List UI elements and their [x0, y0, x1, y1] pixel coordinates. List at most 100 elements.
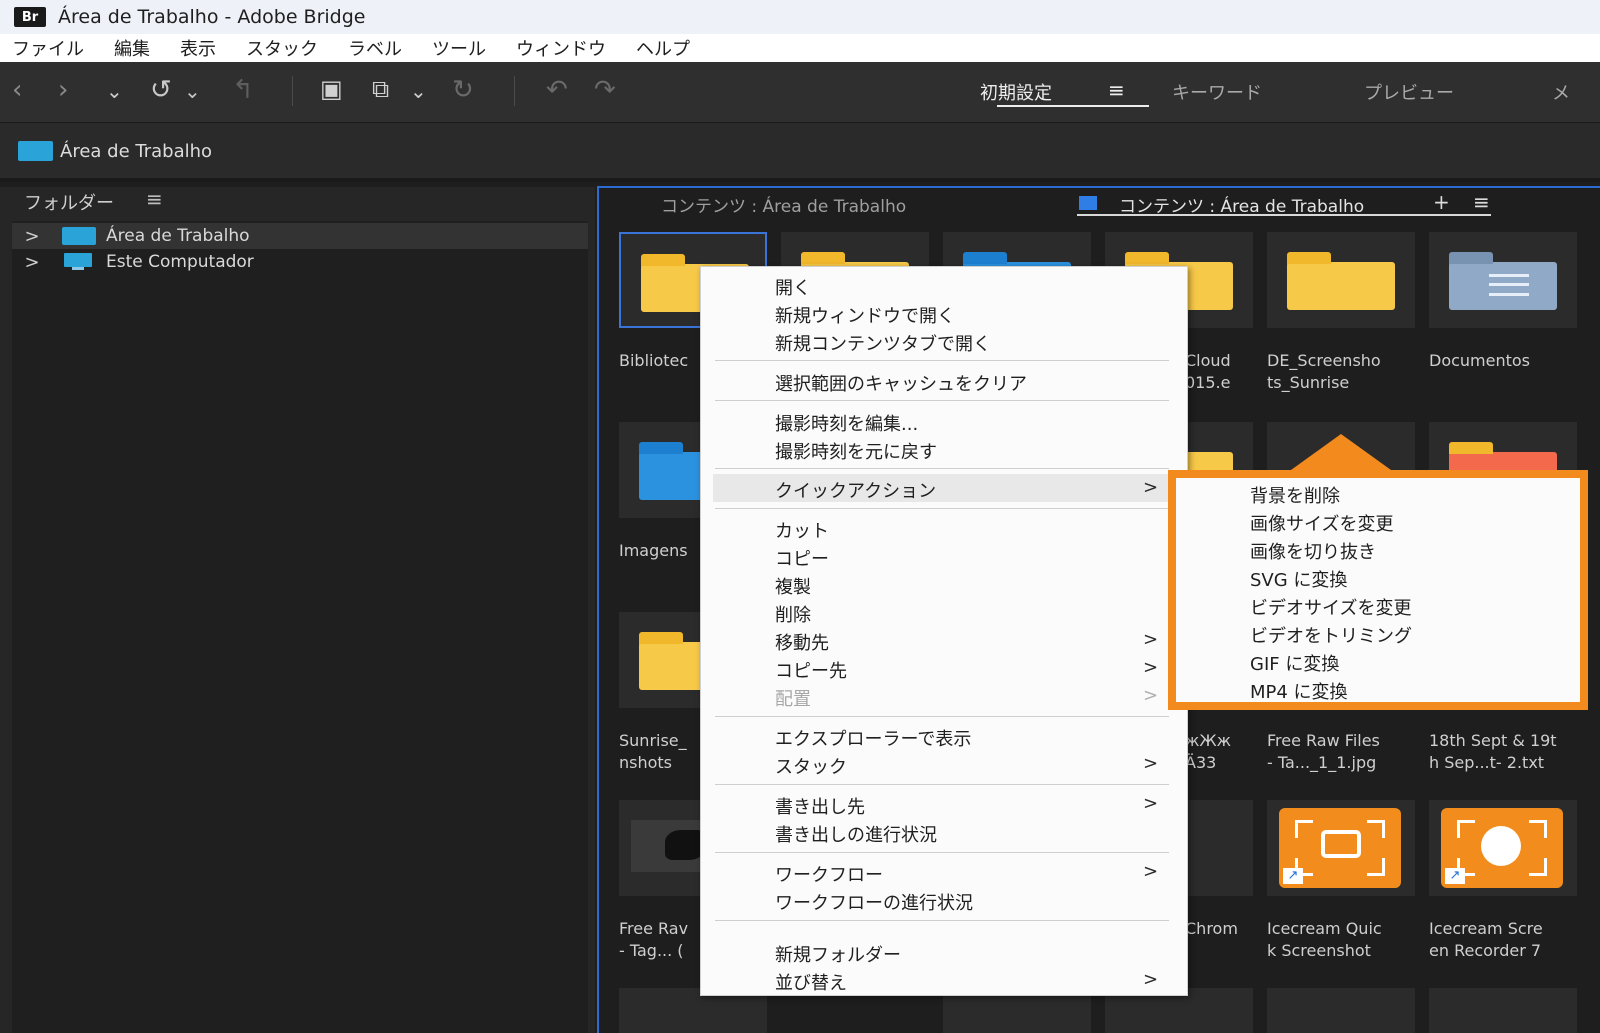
- tab-menu-icon[interactable]: ≡: [1473, 190, 1490, 214]
- submenu-arrow-icon: >: [1143, 969, 1159, 990]
- menu-item-export-to[interactable]: 書き出し先 >: [701, 790, 1189, 818]
- menu-item-duplicate[interactable]: 複製: [701, 570, 1189, 598]
- menu-item-purge-cache[interactable]: 選択範囲のキャッシュをクリア: [701, 367, 1189, 395]
- menu-separator: [715, 400, 1169, 401]
- menu-separator: [715, 784, 1169, 785]
- workspace-preview[interactable]: プレビュー: [1364, 79, 1454, 105]
- camera-import-icon[interactable]: ▣: [320, 75, 343, 103]
- copy-files-icon[interactable]: ⧉: [372, 75, 389, 103]
- submenu-item-convert-gif[interactable]: GIF に変換: [1250, 650, 1339, 676]
- sync-icon[interactable]: ↻: [452, 75, 474, 105]
- menu-item-cut[interactable]: カット: [701, 514, 1189, 542]
- history-dropdown-icon[interactable]: ⌄: [184, 79, 201, 103]
- documents-folder-icon: [1449, 252, 1557, 310]
- title-bar: Br Área de Trabalho - Adobe Bridge: [0, 0, 1600, 34]
- folder-icon: [62, 227, 96, 245]
- menu-item-copy[interactable]: コピー: [701, 542, 1189, 570]
- folders-panel-title[interactable]: フォルダー: [24, 189, 114, 215]
- submenu-arrow-icon: >: [1143, 477, 1159, 498]
- submenu-item-resize-image[interactable]: 画像サイズを変更: [1250, 510, 1393, 536]
- toolbar-divider: [292, 76, 293, 106]
- menu-item-delete[interactable]: 削除: [701, 598, 1189, 626]
- toolbar-divider: [514, 76, 515, 106]
- submenu-item-crop-image[interactable]: 画像を切り抜き: [1250, 538, 1376, 564]
- icecream-recorder-icon: ↗: [1441, 808, 1563, 888]
- thumbnail-item[interactable]: [1267, 988, 1415, 1033]
- thumbnail-item[interactable]: ↗: [1267, 800, 1415, 896]
- thumbnail-caption: Free Raw Files - Ta..._1_1.jpg: [1267, 731, 1380, 772]
- recent-history-icon[interactable]: ↺: [150, 75, 172, 105]
- expand-icon[interactable]: >: [12, 226, 52, 247]
- menu-item-quick-actions[interactable]: クイックアクション >: [713, 474, 1183, 502]
- submenu-arrow-icon: >: [1143, 629, 1159, 650]
- menu-separator: [715, 716, 1169, 717]
- copy-dropdown-icon[interactable]: ⌄: [410, 79, 427, 103]
- path-breadcrumb[interactable]: Área de Trabalho: [60, 141, 212, 162]
- menu-item-open-new-window[interactable]: 新規ウィンドウで開く: [701, 299, 1189, 327]
- submenu-item-remove-background[interactable]: 背景を削除: [1250, 482, 1340, 508]
- menu-separator: [715, 852, 1169, 853]
- menu-item-export-progress[interactable]: 書き出しの進行状況: [701, 818, 1189, 846]
- thumbnail-item[interactable]: [1429, 988, 1577, 1033]
- menu-item-stack[interactable]: スタック >: [701, 750, 1189, 778]
- quick-actions-submenu: 背景を削除 画像サイズを変更 画像を切り抜き SVG に変換 ビデオサイズを変更…: [1168, 470, 1588, 710]
- back-icon[interactable]: ‹: [12, 75, 22, 105]
- submenu-arrow-icon: >: [1143, 753, 1159, 774]
- menu-item-place[interactable]: 配置 >: [701, 682, 1189, 710]
- panel-menu-icon[interactable]: ≡: [146, 187, 163, 211]
- workspace-menu-icon[interactable]: ≡: [1108, 78, 1125, 102]
- menu-item-workflow-progress[interactable]: ワークフローの進行状況: [701, 886, 1189, 914]
- menu-separator: [715, 360, 1169, 361]
- menu-window[interactable]: ウィンドウ: [516, 35, 606, 61]
- add-tab-icon[interactable]: +: [1433, 190, 1450, 214]
- menu-help[interactable]: ヘルプ: [636, 35, 690, 61]
- rotate-right-icon[interactable]: ↷: [594, 75, 616, 105]
- menu-item-move-to[interactable]: 移動先 >: [701, 626, 1189, 654]
- menu-file[interactable]: ファイル: [12, 35, 84, 61]
- shortcut-arrow-icon: ↗: [1445, 868, 1465, 884]
- menu-view[interactable]: 表示: [180, 35, 216, 61]
- menu-item-revert-capture-time[interactable]: 撮影時刻を元に戻す: [701, 435, 1189, 463]
- menu-item-workflow[interactable]: ワークフロー >: [701, 858, 1189, 886]
- tree-item-desktop[interactable]: > Área de Trabalho: [12, 223, 588, 249]
- menu-edit[interactable]: 編集: [114, 35, 150, 61]
- menu-item-new-folder[interactable]: 新規フォルダー: [701, 938, 1189, 966]
- submenu-item-convert-mp4[interactable]: MP4 に変換: [1250, 678, 1348, 704]
- thumbnail-item[interactable]: [1429, 232, 1577, 328]
- thumbnail-item[interactable]: [1267, 232, 1415, 328]
- menu-stack[interactable]: スタック: [246, 35, 318, 61]
- thumbnail-caption: Icecream Scre en Recorder 7: [1429, 919, 1543, 960]
- menu-item-edit-capture-time[interactable]: 撮影時刻を編集...: [701, 407, 1189, 435]
- active-tab-indicator: [1077, 214, 1491, 216]
- submenu-item-convert-svg[interactable]: SVG に変換: [1250, 566, 1347, 592]
- folder-tree: > Área de Trabalho > Este Computador: [12, 221, 588, 1033]
- menu-item-copy-to[interactable]: コピー先 >: [701, 654, 1189, 682]
- thumbnail-item[interactable]: ↗: [1429, 800, 1577, 896]
- tab-content-1[interactable]: コンテンツ : Área de Trabalho: [661, 192, 906, 217]
- forward-icon[interactable]: ›: [58, 75, 68, 105]
- menu-item-reveal-in-explorer[interactable]: エクスプローラーで表示: [701, 722, 1189, 750]
- workspace-essentials[interactable]: 初期設定: [980, 79, 1052, 105]
- submenu-item-resize-video[interactable]: ビデオサイズを変更: [1250, 594, 1411, 620]
- workspace-keywords[interactable]: キーワード: [1172, 79, 1262, 105]
- return-icon[interactable]: ↰: [232, 75, 254, 105]
- menu-label[interactable]: ラベル: [348, 35, 402, 61]
- expand-icon[interactable]: >: [12, 252, 52, 273]
- active-workspace-indicator: [997, 105, 1149, 107]
- menu-item-open-new-tab[interactable]: 新規コンテンツタブで開く: [701, 327, 1189, 355]
- folders-panel: フォルダー ≡ > Área de Trabalho > Este Comput…: [0, 187, 595, 1033]
- tab-color-icon: [1079, 196, 1097, 210]
- menu-item-open[interactable]: 開く: [701, 271, 1189, 299]
- folder-icon: [1287, 252, 1395, 310]
- image-thumbnail: [631, 820, 711, 872]
- submenu-item-trim-video[interactable]: ビデオをトリミング: [1250, 622, 1412, 648]
- chevron-down-icon[interactable]: ⌄: [106, 79, 123, 103]
- menu-tools[interactable]: ツール: [432, 35, 486, 61]
- menu-item-sort[interactable]: 並び替え >: [701, 966, 1189, 994]
- rotate-left-icon[interactable]: ↶: [546, 75, 568, 105]
- tree-item-this-computer[interactable]: > Este Computador: [12, 249, 588, 275]
- submenu-arrow-icon: >: [1143, 793, 1159, 814]
- context-menu: 開く 新規ウィンドウで開く 新規コンテンツタブで開く 選択範囲のキャッシュをクリ…: [700, 266, 1188, 996]
- menu-separator: [715, 508, 1169, 509]
- workspace-metadata[interactable]: メ: [1552, 79, 1570, 105]
